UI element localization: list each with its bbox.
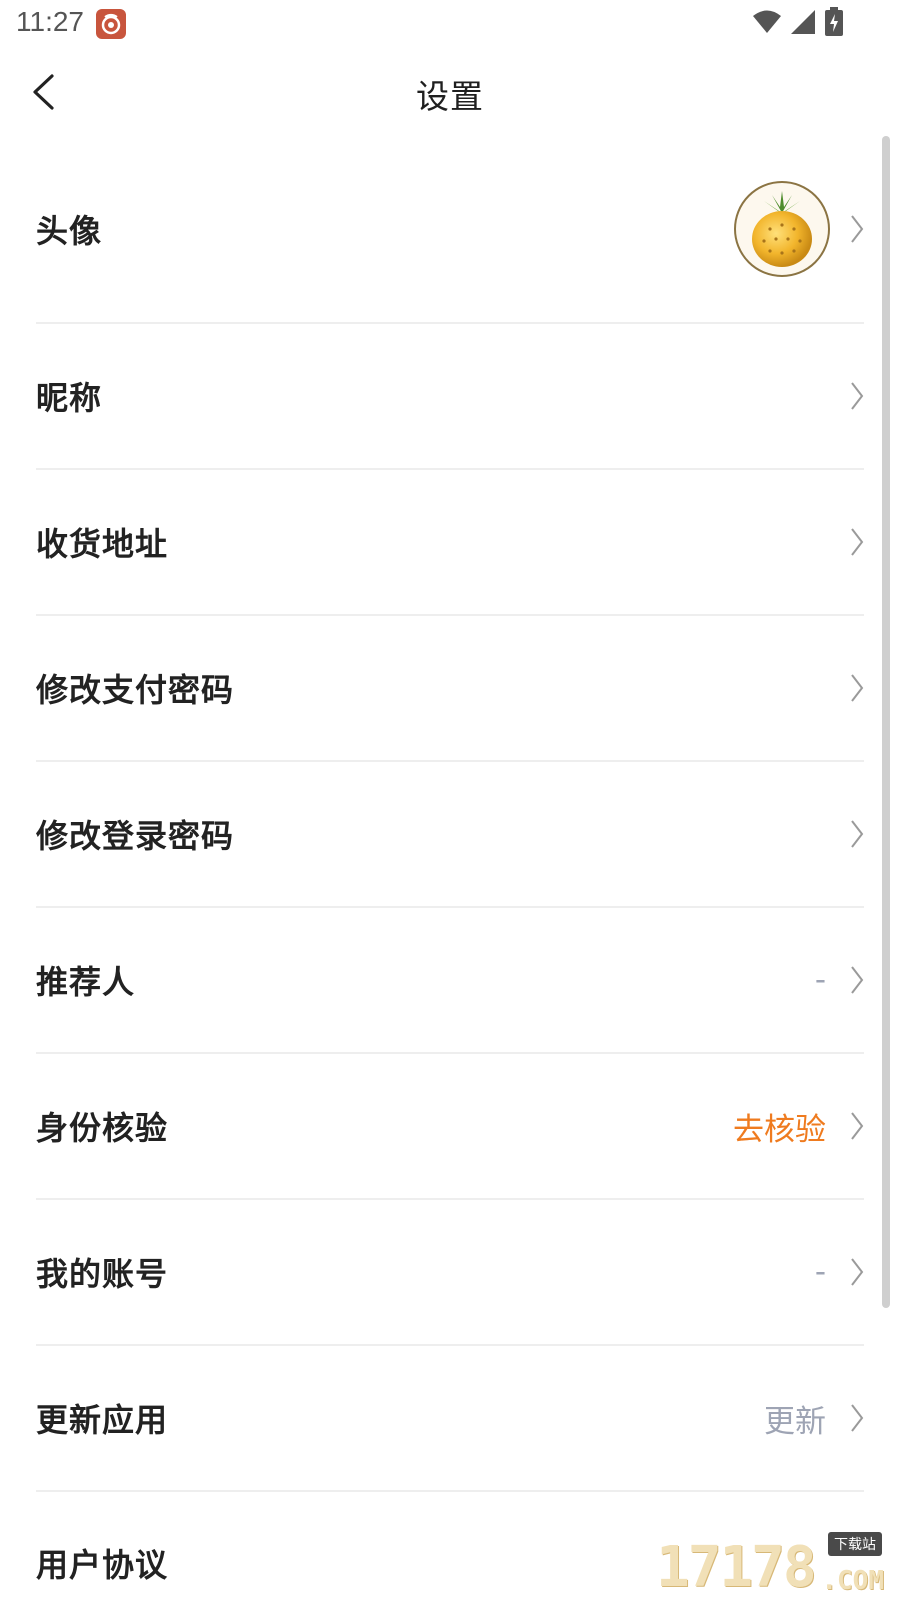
chevron-right-icon: [850, 381, 864, 411]
settings-row-shipping-address[interactable]: 收货地址: [36, 470, 864, 616]
settings-row-payment-password[interactable]: 修改支付密码: [36, 616, 864, 762]
chevron-right-icon: [850, 965, 864, 995]
battery-charging-icon: [824, 7, 844, 41]
avatar[interactable]: [734, 181, 830, 277]
settings-row-update-app[interactable]: 更新应用 更新: [36, 1346, 864, 1492]
chevron-right-icon: [850, 673, 864, 703]
settings-list: 头像 昵称 收货地址 修改支付密码 修改登录密码 推荐人 - 身份核验 去核验 …: [36, 136, 864, 1600]
row-label: 我的账号: [36, 1255, 169, 1293]
row-value: -: [814, 962, 826, 998]
row-label: 头像: [36, 212, 103, 250]
watermark-suffix: .COM: [821, 1566, 884, 1596]
wifi-icon: [752, 9, 782, 39]
chevron-right-icon: [850, 1111, 864, 1141]
row-label: 修改支付密码: [36, 671, 235, 709]
status-time: 11:27: [16, 6, 84, 37]
verify-link[interactable]: 去核验: [733, 1104, 826, 1149]
page-title: 设置: [416, 77, 484, 116]
row-label: 用户协议: [36, 1546, 169, 1584]
status-bar: 11:27: [0, 0, 900, 48]
row-label: 修改登录密码: [36, 817, 235, 855]
chevron-right-icon: [850, 1257, 864, 1287]
chevron-right-icon: [850, 1403, 864, 1433]
signal-icon: [790, 9, 816, 39]
settings-row-nickname[interactable]: 昵称: [36, 324, 864, 470]
header: 设置: [0, 48, 900, 136]
update-link[interactable]: 更新: [764, 1396, 826, 1441]
row-label: 身份核验: [36, 1109, 169, 1147]
settings-row-login-password[interactable]: 修改登录密码: [36, 762, 864, 908]
settings-row-identity-verification[interactable]: 身份核验 去核验: [36, 1054, 864, 1200]
row-value: -: [814, 1254, 826, 1290]
chevron-right-icon: [850, 527, 864, 557]
settings-row-avatar[interactable]: 头像: [36, 136, 864, 324]
scrollbar[interactable]: [882, 136, 890, 1308]
row-label: 推荐人: [36, 963, 136, 1001]
row-label: 昵称: [36, 379, 103, 417]
watermark-logo: 17178 下载站 .COM: [656, 1532, 886, 1600]
chevron-right-icon: [850, 819, 864, 849]
chevron-right-icon: [850, 214, 864, 244]
watermark-tag: 下载站: [828, 1532, 882, 1556]
settings-row-my-account[interactable]: 我的账号 -: [36, 1200, 864, 1346]
watermark-digits: 17178: [656, 1535, 817, 1600]
settings-row-referrer[interactable]: 推荐人 -: [36, 908, 864, 1054]
notification-app-icon: [96, 9, 126, 39]
row-label: 更新应用: [36, 1401, 169, 1439]
row-label: 收货地址: [36, 525, 169, 563]
